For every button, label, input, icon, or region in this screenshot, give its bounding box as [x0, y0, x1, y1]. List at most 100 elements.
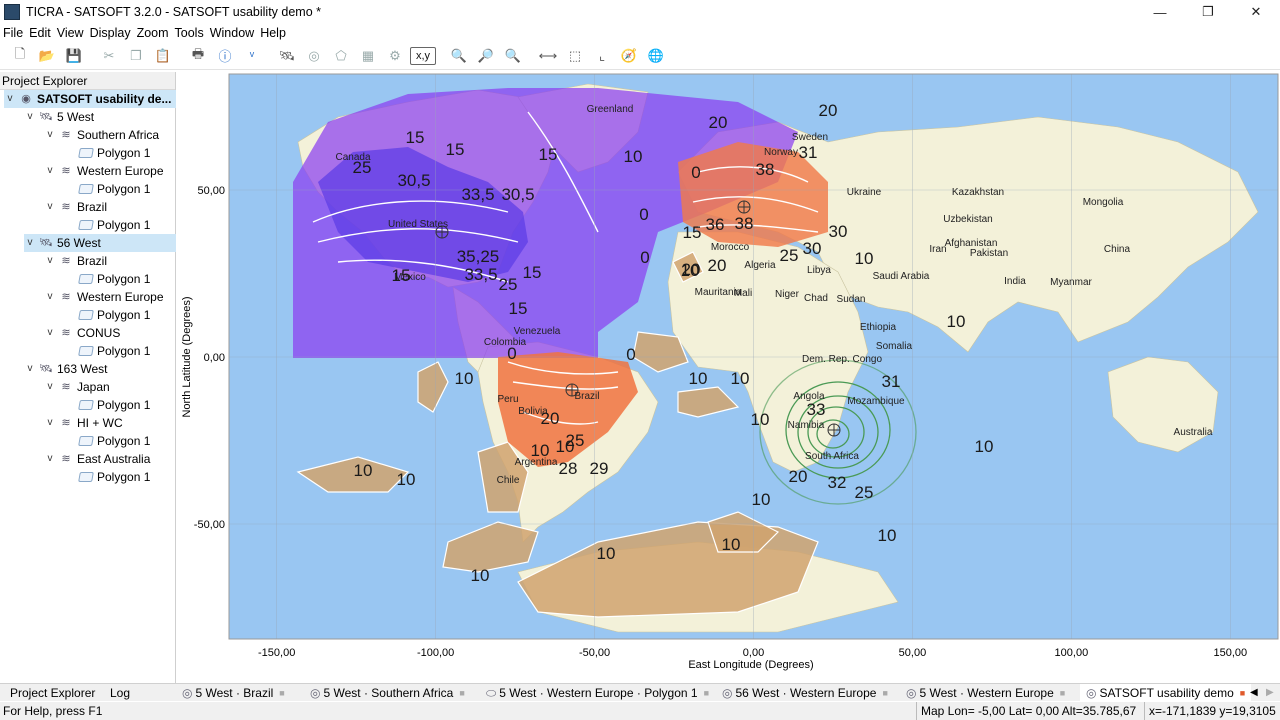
expand-chevron-icon[interactable]: v: [44, 252, 56, 270]
menu-tools[interactable]: Tools: [172, 26, 207, 40]
expand-chevron-icon[interactable]: v: [44, 126, 56, 144]
save-icon[interactable]: 💾: [62, 44, 86, 68]
tree-item-polygon[interactable]: Polygon 1: [64, 216, 150, 234]
tree-item-satellite[interactable]: v 🛰 5 West: [24, 108, 95, 126]
contour-level-label: 15: [509, 299, 528, 318]
beam-icon[interactable]: ◎: [302, 44, 326, 68]
open-folder-icon[interactable]: 📂: [35, 44, 59, 68]
expand-chevron-icon[interactable]: v: [24, 360, 36, 378]
close-icon[interactable]: ■: [1240, 684, 1245, 702]
tree-item-polygon[interactable]: Polygon 1: [64, 144, 150, 162]
tab-log[interactable]: Log: [110, 684, 130, 702]
pan-horizontal-icon[interactable]: ⟷: [536, 44, 560, 68]
close-icon[interactable]: ■: [279, 684, 284, 702]
print-icon[interactable]: 🖶: [186, 44, 210, 68]
expand-chevron-icon[interactable]: v: [44, 414, 56, 432]
close-button[interactable]: ✕: [1232, 0, 1280, 24]
info-icon[interactable]: ⓘ: [213, 44, 237, 68]
expand-chevron-icon[interactable]: v: [44, 198, 56, 216]
x-tick-label: 150,00: [1213, 647, 1247, 659]
expand-chevron-icon[interactable]: v: [4, 90, 16, 108]
expand-chevron-icon[interactable]: v: [44, 162, 56, 180]
tree-item-polygon[interactable]: Polygon 1: [64, 432, 150, 450]
tree-item-beam[interactable]: v ≋ Brazil: [44, 198, 108, 216]
tree-item-beam[interactable]: v ≋ Western Europe: [44, 288, 164, 306]
satellite-icon[interactable]: 🛰: [275, 44, 299, 68]
tree-item-beam[interactable]: v ≋ CONUS: [44, 324, 121, 342]
zoom-in-icon[interactable]: 🔍: [447, 44, 471, 68]
menu-file[interactable]: File: [0, 26, 26, 40]
place-label: Saudi Arabia: [873, 271, 930, 282]
tree-item-polygon[interactable]: Polygon 1: [64, 468, 150, 486]
tree-item-label: Brazil: [77, 200, 108, 214]
tree-item-beam[interactable]: v ≋ Western Europe: [44, 162, 164, 180]
zoom-out-icon[interactable]: 🔎: [474, 44, 498, 68]
paste-icon[interactable]: 📋: [151, 44, 175, 68]
tree-item-satellite[interactable]: v 🛰 56 West: [24, 234, 176, 252]
satellite-icon: 🛰: [39, 363, 53, 375]
tree-item-polygon[interactable]: Polygon 1: [64, 396, 150, 414]
polygon-icon[interactable]: ⬠: [329, 44, 353, 68]
new-file-icon[interactable]: 🗋: [8, 44, 32, 68]
status-xy-coordinates: x=-171,1839 y=19,3105: [1144, 702, 1276, 720]
maximize-button[interactable]: ❐: [1184, 0, 1232, 24]
tree-item-polygon[interactable]: Polygon 1: [64, 270, 150, 288]
close-icon[interactable]: ■: [1060, 684, 1065, 702]
expand-chevron-icon[interactable]: v: [44, 288, 56, 306]
toolbar: 🗋 📂 💾 ✂ ❐ 📋 🖶 ⓘ ᵛ 🛰 ◎ ⬠ ▦ ⚙ x,y 🔍 🔎 🔍 ⟷ …: [0, 42, 1280, 70]
tree-item-beam[interactable]: v ≋ Southern Africa: [44, 126, 160, 144]
globe-icon[interactable]: 🌐: [644, 44, 668, 68]
tab-project-explorer[interactable]: Project Explorer: [10, 684, 95, 702]
zoom-100-icon[interactable]: 🔍: [501, 44, 525, 68]
zoom-box-icon[interactable]: ⬚: [563, 44, 587, 68]
tree-item-beam[interactable]: v ≋ Brazil: [44, 252, 108, 270]
expand-chevron-icon[interactable]: v: [44, 324, 56, 342]
doc-tab-5west-western-europe[interactable]: ◎ 5 West · Western Europe ■: [906, 684, 1065, 702]
compass-icon[interactable]: 🧭: [617, 44, 641, 68]
contour-level-label: 10: [624, 147, 643, 166]
copy-icon[interactable]: ❐: [124, 44, 148, 68]
menu-view[interactable]: View: [54, 26, 87, 40]
tree-item-polygon[interactable]: Polygon 1: [64, 306, 150, 324]
tree-root-project[interactable]: v ◉ SATSOFT usability de...: [4, 90, 176, 108]
expand-chevron-icon[interactable]: v: [44, 450, 56, 468]
tab-scroll-right-icon[interactable]: ▶: [1266, 684, 1274, 702]
map-view[interactable]: Greenland Canada United States Mexico Venezu…: [178, 72, 1280, 682]
tab-scroll-left-icon[interactable]: ◀: [1250, 684, 1258, 702]
doc-tab-satsoft-usability-demo[interactable]: ◎ SATSOFT usability demo ■: [1080, 684, 1252, 702]
cut-icon[interactable]: ✂: [97, 44, 121, 68]
menu-window[interactable]: Window: [207, 26, 257, 40]
station-icon[interactable]: ⚙: [383, 44, 407, 68]
doc-tab-5west-western-europe-polygon[interactable]: ⬭ 5 West · Western Europe · Polygon 1 ■: [486, 684, 709, 702]
expand-chevron-icon[interactable]: v: [24, 234, 36, 252]
close-icon[interactable]: ■: [459, 684, 464, 702]
expand-chevron-icon[interactable]: v: [44, 378, 56, 396]
tree-item-beam[interactable]: v ≋ HI + WC: [44, 414, 123, 432]
expand-chevron-icon[interactable]: v: [24, 108, 36, 126]
menu-help[interactable]: Help: [257, 26, 289, 40]
tree-item-satellite[interactable]: v 🛰 163 West: [24, 360, 108, 378]
tree-item-polygon[interactable]: Polygon 1: [64, 180, 150, 198]
menu-edit[interactable]: Edit: [26, 26, 54, 40]
grid-icon[interactable]: ▦: [356, 44, 380, 68]
tree-item-label: East Australia: [77, 452, 151, 466]
tree-item-beam[interactable]: v ≋ Japan: [44, 378, 110, 396]
tree-item-polygon[interactable]: Polygon 1: [64, 342, 150, 360]
doc-tab-56west-western-europe[interactable]: ◎ 56 West · Western Europe ■: [722, 684, 888, 702]
place-label: Namibia: [788, 420, 825, 431]
xy-coordinates-button[interactable]: x,y: [410, 46, 436, 65]
doc-tab-5west-brazil[interactable]: ◎ 5 West · Brazil ■: [182, 684, 285, 702]
close-icon[interactable]: ■: [704, 684, 709, 702]
menu-zoom[interactable]: Zoom: [134, 26, 172, 40]
minimize-button[interactable]: —: [1136, 0, 1184, 24]
contour-level-label: 35,25: [457, 247, 500, 266]
tree-item-beam[interactable]: v ≋ East Australia: [44, 450, 151, 468]
x-tick-label: -150,00: [258, 647, 295, 659]
doc-tab-5west-southern-africa[interactable]: ◎ 5 West · Southern Africa ■: [310, 684, 465, 702]
menu-display[interactable]: Display: [87, 26, 134, 40]
scale-100-icon[interactable]: ⌞: [590, 44, 614, 68]
coverage-map[interactable]: GreenlandCanadaUnited StatesMexicoVenezu…: [178, 72, 1280, 682]
close-icon[interactable]: ■: [882, 684, 887, 702]
version-icon[interactable]: ᵛ: [240, 44, 264, 68]
tree-item-label: 56 West: [57, 236, 101, 250]
